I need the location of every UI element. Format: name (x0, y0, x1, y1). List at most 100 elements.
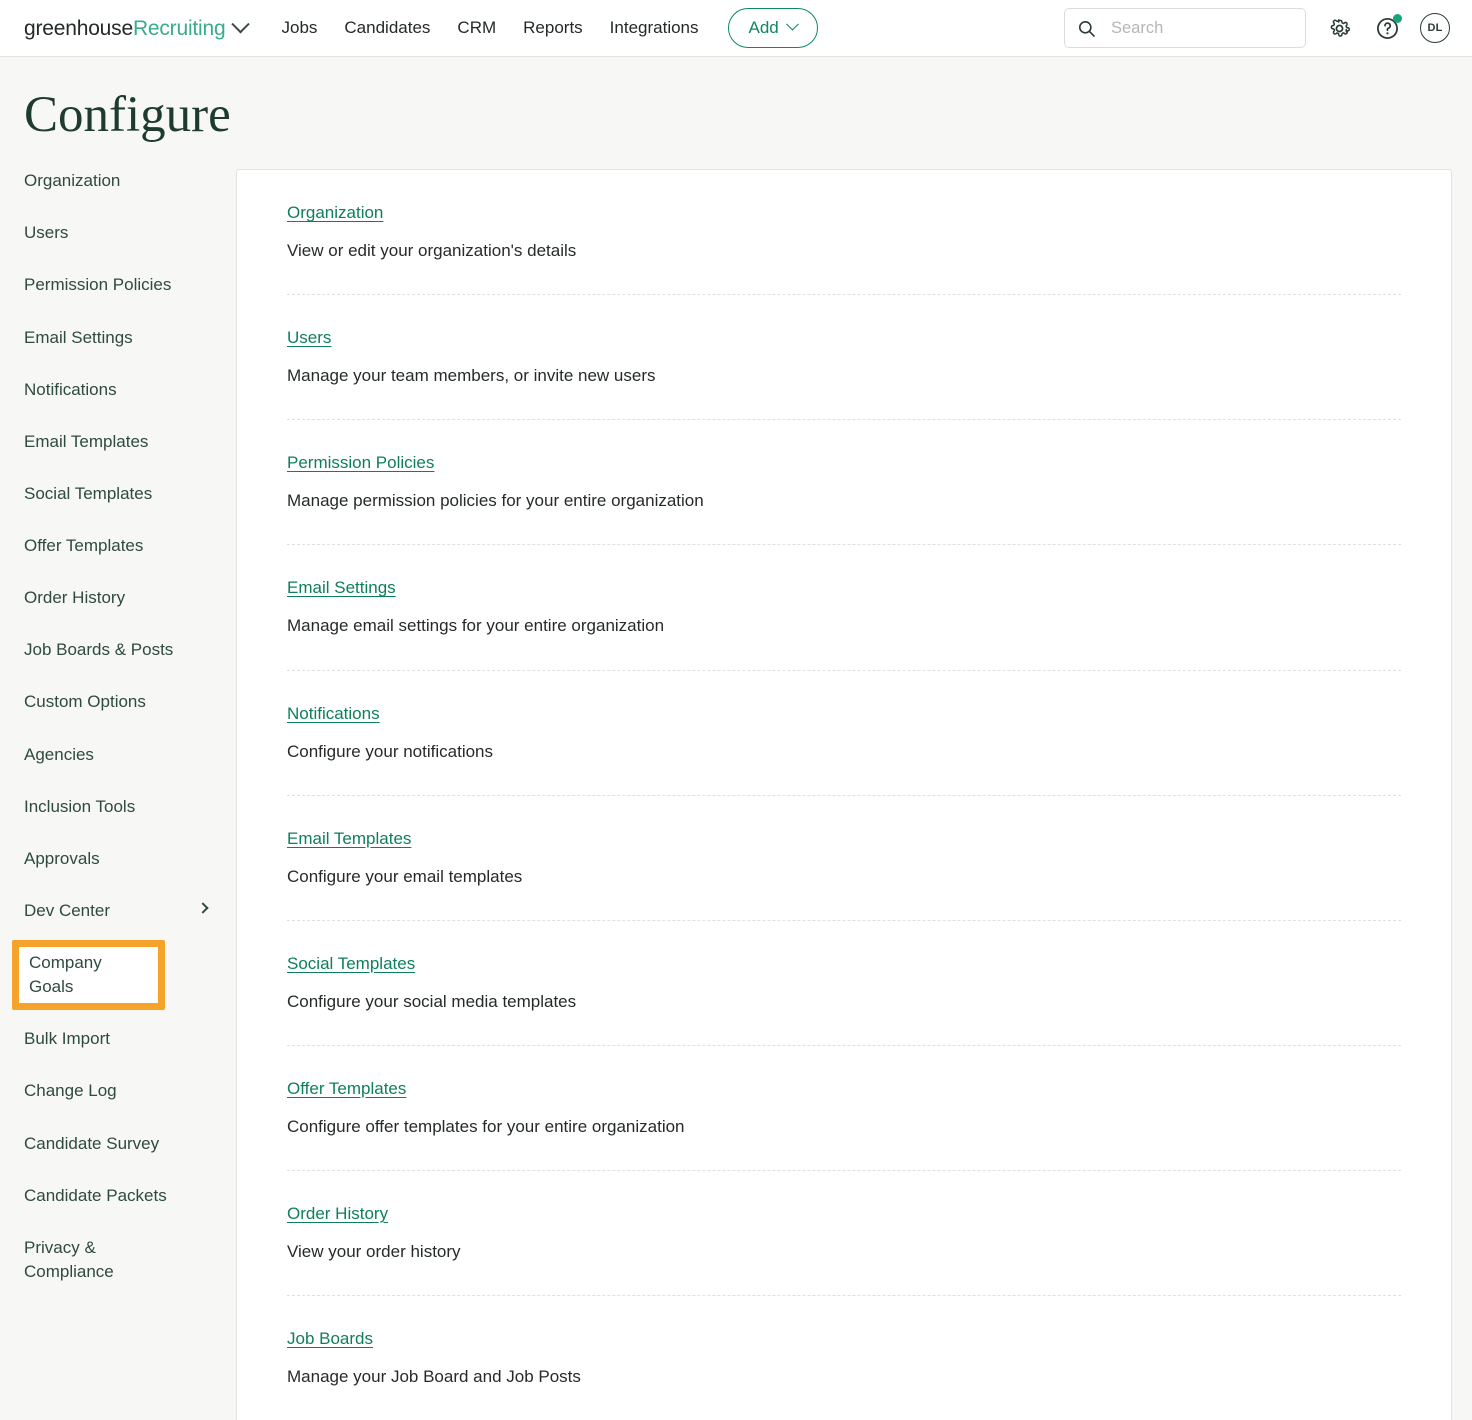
nav-link-reports[interactable]: Reports (523, 18, 583, 38)
nav-link-jobs[interactable]: Jobs (281, 18, 317, 38)
configure-link-notifications[interactable]: Notifications (287, 704, 380, 724)
sidebar-item-offer-templates[interactable]: Offer Templates (24, 534, 189, 558)
configure-row: Email Templates Configure your email temp… (287, 796, 1401, 921)
brand-wordmark: greenhouseRecruiting (24, 16, 226, 40)
nav-link-crm[interactable]: CRM (457, 18, 496, 38)
sidebar-item-email-settings[interactable]: Email Settings (24, 326, 189, 350)
settings-gear-button[interactable] (1324, 13, 1354, 43)
help-notification-dot (1393, 14, 1402, 23)
sidebar-item-job-boards-posts[interactable]: Job Boards & Posts (24, 638, 189, 662)
configure-link-email-settings[interactable]: Email Settings (287, 578, 396, 598)
configure-row-description: View or edit your organization's details (287, 241, 577, 261)
sidebar-item-email-templates[interactable]: Email Templates (24, 430, 189, 454)
primary-nav: Jobs Candidates CRM Reports Integrations (281, 18, 698, 38)
configure-row-description: Manage permission policies for your enti… (287, 491, 704, 511)
configure-row: Organization View or edit your organizati… (287, 170, 1401, 296)
sidebar-item-label: Inclusion Tools (24, 796, 136, 816)
sidebar-item-label: Company Goals (29, 953, 102, 997)
avatar-initials: DL (1427, 22, 1443, 34)
brand-name-recruiting: Recruiting (132, 16, 226, 40)
configure-link-social-templates[interactable]: Social Templates (287, 954, 415, 974)
configure-row-description: Manage email settings for your entire or… (287, 616, 665, 636)
search-box[interactable] (1064, 8, 1306, 48)
avatar[interactable]: DL (1420, 13, 1450, 43)
configure-link-job-boards[interactable]: Job Boards (287, 1329, 373, 1349)
configure-row: Offer Templates Configure offer templates… (287, 1046, 1401, 1171)
sidebar-item-label: Social Templates (24, 483, 153, 503)
search-icon (1078, 20, 1095, 37)
gear-icon (1330, 18, 1350, 37)
configure-row-description: Configure your notifications (287, 741, 494, 761)
sidebar-item-label: Offer Templates (24, 536, 144, 556)
page-layout: Organization Users Permission Policies Emai… (0, 169, 1472, 1420)
nav-link-integrations[interactable]: Integrations (610, 18, 699, 38)
configure-link-order-history[interactable]: Order History (287, 1204, 388, 1224)
configure-link-email-templates[interactable]: Email Templates (287, 829, 411, 849)
sidebar-item-label: Candidate Packets (24, 1185, 167, 1205)
configure-sidebar: Organization Users Permission Policies Emai… (0, 169, 236, 1312)
configure-row: Notifications Configure your notification… (287, 671, 1401, 796)
sidebar-item-label: Custom Options (24, 692, 146, 712)
sidebar-item-privacy-compliance[interactable]: Privacy & Compliance (24, 1236, 189, 1284)
sidebar-item-organization[interactable]: Organization (24, 169, 189, 193)
chevron-down-icon (231, 14, 251, 33)
sidebar-item-label: Change Log (24, 1081, 117, 1101)
configure-link-users[interactable]: Users (287, 328, 331, 348)
nav-link-candidates[interactable]: Candidates (344, 18, 430, 38)
configure-row: Email Settings Manage email settings for … (287, 545, 1401, 671)
configure-row-description: Configure offer templates for your entir… (287, 1116, 685, 1136)
search-input[interactable] (1109, 17, 1293, 39)
sidebar-item-label: Job Boards & Posts (24, 640, 174, 660)
help-button[interactable] (1372, 13, 1402, 43)
sidebar-item-candidate-packets[interactable]: Candidate Packets (24, 1184, 189, 1208)
sidebar-item-label: Agencies (24, 744, 94, 764)
sidebar-item-label: Order History (24, 588, 126, 608)
configure-row-description: Manage your Job Board and Job Posts (287, 1367, 581, 1387)
sidebar-item-custom-options[interactable]: Custom Options (24, 690, 189, 714)
topbar-right-cluster: DL (1064, 8, 1450, 48)
add-button[interactable]: Add (727, 8, 818, 48)
configure-row-description: View your order history (287, 1241, 461, 1261)
top-navigation-bar: greenhouseRecruiting Jobs Candidates CRM… (0, 0, 1472, 57)
sidebar-item-label: Dev Center (24, 900, 110, 920)
sidebar-item-change-log[interactable]: Change Log (24, 1079, 189, 1103)
configure-row: Job Boards Manage your Job Board and Job … (287, 1296, 1401, 1420)
configure-row: Permission Policies Manage permission pol… (287, 420, 1401, 546)
brand-name-greenhouse: greenhouse (24, 16, 133, 40)
sidebar-item-label: Users (24, 223, 69, 243)
configure-link-permission-policies[interactable]: Permission Policies (287, 453, 434, 473)
sidebar-item-users[interactable]: Users (24, 221, 189, 245)
sidebar-item-bulk-import[interactable]: Bulk Import (24, 1027, 189, 1051)
sidebar-item-inclusion-tools[interactable]: Inclusion Tools (24, 795, 189, 819)
sidebar-item-label: Permission Policies (24, 275, 172, 295)
configure-row: Social Templates Configure your social me… (287, 921, 1401, 1046)
sidebar-item-permission-policies[interactable]: Permission Policies (24, 273, 189, 297)
sidebar-item-candidate-survey[interactable]: Candidate Survey (24, 1132, 189, 1156)
chevron-down-icon (785, 17, 799, 31)
configure-link-organization[interactable]: Organization (287, 203, 383, 223)
configure-row: Order History View your order history (287, 1171, 1401, 1297)
configure-row-description: Configure your social media templates (287, 991, 577, 1011)
brand-logo-menu[interactable]: greenhouseRecruiting (24, 14, 251, 40)
configure-row-description: Manage your team members, or invite new … (287, 366, 656, 386)
add-button-label: Add (748, 18, 779, 37)
sidebar-item-agencies[interactable]: Agencies (24, 743, 189, 767)
sidebar-item-label: Candidate Survey (24, 1133, 160, 1153)
sidebar-item-approvals[interactable]: Approvals (24, 847, 189, 871)
page-title: Configure (24, 87, 231, 143)
sidebar-item-dev-center[interactable]: Dev Center (24, 899, 209, 923)
configure-link-offer-templates[interactable]: Offer Templates (287, 1079, 406, 1099)
sidebar-item-label: Privacy & Compliance (24, 1237, 114, 1281)
configure-row: Users Manage your team members, or invite… (287, 295, 1401, 421)
sidebar-item-social-templates[interactable]: Social Templates (24, 482, 189, 506)
sidebar-item-label: Notifications (24, 379, 117, 399)
sidebar-item-label: Email Templates (24, 431, 149, 451)
chevron-right-icon (197, 902, 209, 914)
sidebar-item-order-history[interactable]: Order History (24, 586, 189, 610)
sidebar-item-label: Approvals (24, 848, 100, 868)
sidebar-item-company-goals[interactable]: Company Goals (12, 940, 165, 1011)
sidebar-item-notifications[interactable]: Notifications (24, 378, 189, 402)
sidebar-item-label: Email Settings (24, 327, 133, 347)
sidebar-item-label: Organization (24, 171, 121, 191)
configure-row-description: Configure your email templates (287, 866, 523, 886)
